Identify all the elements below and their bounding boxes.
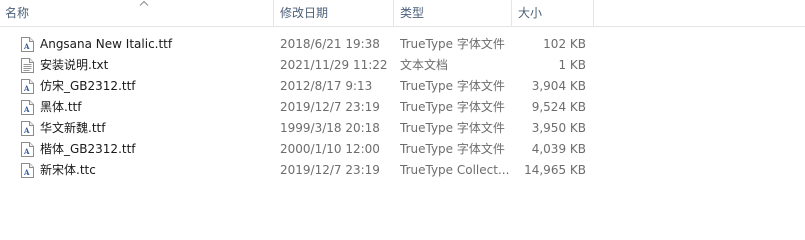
font-file-icon: A <box>21 121 34 136</box>
svg-text:A: A <box>23 147 30 156</box>
file-row[interactable]: A 新宋体.ttc 2019/12/7 23:19 TrueType Colle… <box>0 160 805 181</box>
file-name: 黑体.ttf <box>40 100 82 114</box>
file-name: 新宋体.ttc <box>40 163 96 177</box>
column-header-size[interactable]: 大小 <box>512 0 594 27</box>
column-header-name-label: 名称 <box>5 6 30 20</box>
file-size: 1 KB <box>558 58 586 72</box>
file-row[interactable]: A 黑体.ttf 2019/12/7 23:19 TrueType 字体文件 9… <box>0 97 805 118</box>
file-modified-date: 2018/6/21 19:38 <box>280 37 380 51</box>
file-type: TrueType 字体文件 <box>400 79 505 93</box>
column-header-size-label: 大小 <box>518 6 543 20</box>
column-header-date[interactable]: 修改日期 <box>274 0 394 27</box>
file-modified-date: 2019/12/7 23:19 <box>280 100 380 114</box>
file-size: 4,039 KB <box>531 142 586 156</box>
file-row[interactable]: A 仿宋_GB2312.ttf 2012/8/17 9:13 TrueType … <box>0 76 805 97</box>
file-size: 9,524 KB <box>531 100 586 114</box>
column-header-type[interactable]: 类型 <box>394 0 512 27</box>
svg-text:A: A <box>23 126 30 135</box>
file-modified-date: 2019/12/7 23:19 <box>280 163 380 177</box>
file-modified-date: 2012/8/17 9:13 <box>280 79 373 93</box>
column-header-bar: 名称 修改日期 类型 大小 <box>0 0 805 27</box>
file-modified-date: 1999/3/18 20:18 <box>280 121 380 135</box>
column-header-date-label: 修改日期 <box>280 6 329 20</box>
file-name: 华文新魏.ttf <box>40 121 106 135</box>
column-header-name[interactable]: 名称 <box>0 0 274 27</box>
font-file-icon: A <box>21 37 34 52</box>
file-modified-date: 2021/11/29 11:22 <box>280 58 388 72</box>
file-type: TrueType 字体文件 <box>400 37 505 51</box>
svg-text:A: A <box>23 84 30 93</box>
file-size: 3,904 KB <box>531 79 586 93</box>
file-size: 3,950 KB <box>531 121 586 135</box>
file-row[interactable]: 安装说明.txt 2021/11/29 11:22 文本文档 1 KB <box>0 55 805 76</box>
file-row[interactable]: A 楷体_GB2312.ttf 2000/1/10 12:00 TrueType… <box>0 139 805 160</box>
file-name: 楷体_GB2312.ttf <box>40 142 136 156</box>
font-file-icon: A <box>21 79 34 94</box>
file-row[interactable]: A Angsana New Italic.ttf 2018/6/21 19:38… <box>0 34 805 55</box>
file-list: A Angsana New Italic.ttf 2018/6/21 19:38… <box>0 34 805 181</box>
font-file-icon: A <box>21 142 34 157</box>
file-name: Angsana New Italic.ttf <box>40 37 173 51</box>
text-file-icon <box>21 58 34 73</box>
svg-text:A: A <box>23 105 30 114</box>
file-type: TrueType 字体文件 <box>400 100 505 114</box>
file-modified-date: 2000/1/10 12:00 <box>280 142 380 156</box>
file-type: TrueType 字体文件 <box>400 121 505 135</box>
font-file-icon: A <box>21 163 34 178</box>
file-name: 仿宋_GB2312.ttf <box>40 79 136 93</box>
column-header-type-label: 类型 <box>400 6 425 20</box>
file-size: 102 KB <box>543 37 586 51</box>
file-type: 文本文档 <box>400 58 449 72</box>
svg-text:A: A <box>23 168 30 177</box>
file-explorer-list: 名称 修改日期 类型 大小 A Angsana New Italic.ttf 2… <box>0 0 805 201</box>
file-type: TrueType Collect... <box>400 163 510 177</box>
file-type: TrueType 字体文件 <box>400 142 505 156</box>
sort-ascending-icon <box>139 0 149 6</box>
file-size: 14,965 KB <box>524 163 586 177</box>
file-row[interactable]: A 华文新魏.ttf 1999/3/18 20:18 TrueType 字体文件… <box>0 118 805 139</box>
file-name: 安装说明.txt <box>40 58 109 72</box>
svg-text:A: A <box>23 42 30 51</box>
font-file-icon: A <box>21 100 34 115</box>
